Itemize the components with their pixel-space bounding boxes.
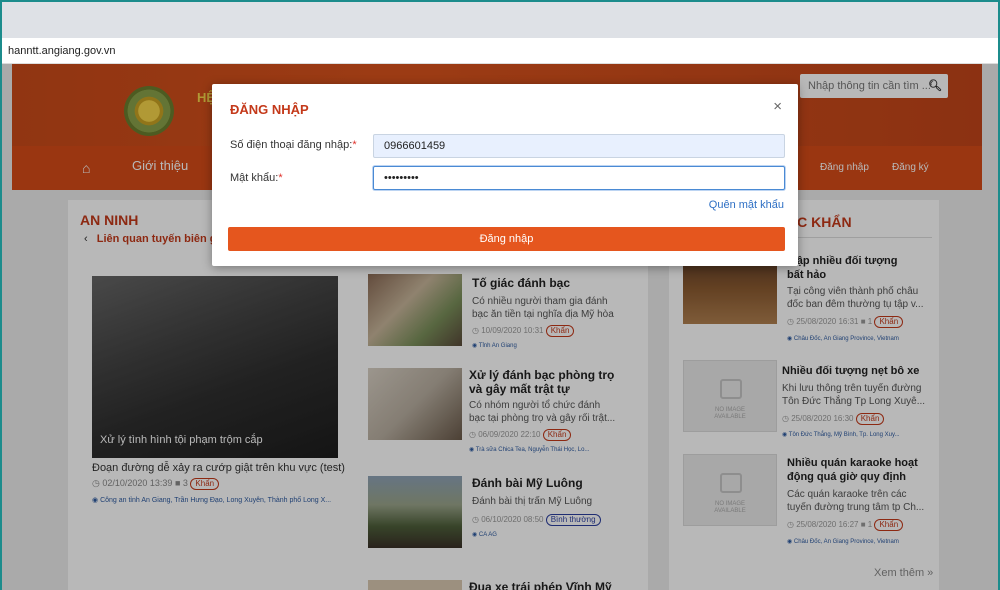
modal-title: ĐĂNG NHẬP <box>230 102 309 117</box>
required-mark: * <box>352 139 357 151</box>
password-label-text: Mật khẩu: <box>230 172 279 184</box>
phone-input[interactable] <box>373 134 785 158</box>
password-input[interactable] <box>373 166 785 190</box>
required-mark: * <box>278 172 283 184</box>
close-icon[interactable]: × <box>773 98 782 115</box>
login-submit-button[interactable]: Đăng nhập <box>228 227 785 251</box>
phone-label-text: Số điện thoại đăng nhập: <box>230 139 353 151</box>
forgot-password-link[interactable]: Quên mật khẩu <box>709 199 784 211</box>
phone-label: Số điện thoại đăng nhập:* <box>230 139 357 151</box>
login-modal: ĐĂNG NHẬP × Số điện thoại đăng nhập:* Mậ… <box>212 84 798 266</box>
browser-window: hanntt.angiang.gov.vn HỆ Nhập thông tin … <box>0 0 1000 590</box>
browser-tab-bar <box>2 2 998 38</box>
password-label: Mật khẩu:* <box>230 172 283 184</box>
address-bar[interactable]: hanntt.angiang.gov.vn <box>2 38 998 64</box>
